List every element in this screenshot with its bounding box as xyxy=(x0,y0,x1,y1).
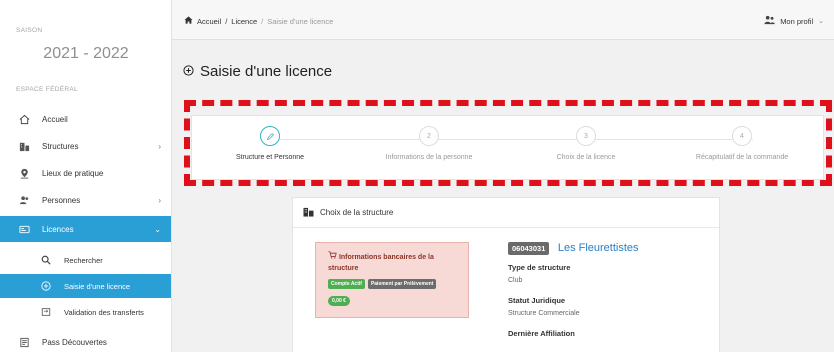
status-badge: Compte Actif xyxy=(328,279,365,289)
location-pin-icon xyxy=(18,167,30,179)
season-value[interactable]: 2021 - 2022 xyxy=(0,45,172,63)
sidebar-item-lieux[interactable]: Lieux de pratique xyxy=(0,160,171,186)
sidebar-item-licences[interactable]: Licences ⌄ xyxy=(0,216,171,242)
structure-info: 06043031 Les Fleurettistes Type de struc… xyxy=(508,238,639,338)
sidebar-item-label: Lieux de pratique xyxy=(42,168,104,178)
status-label: Statut Juridique xyxy=(508,296,566,305)
bank-info-title-text: Informations bancaires de la structure xyxy=(328,254,434,272)
user-icon xyxy=(764,15,775,27)
page-title-text: Saisie d'une licence xyxy=(200,63,333,80)
highlight-frame xyxy=(184,100,832,186)
breadcrumb-separator: / xyxy=(261,16,264,26)
sidebar-item-pass-decouvertes[interactable]: Pass Découvertes xyxy=(0,329,171,352)
breadcrumb-current: Saisie d'une licence xyxy=(267,16,334,26)
sidebar-item-accueil[interactable]: Accueil xyxy=(0,106,171,132)
section-label: ESPACE FÉDÉRAL xyxy=(16,86,78,93)
card-header: Choix de la structure xyxy=(293,198,719,228)
sidebar-subitem-rechercher[interactable]: Rechercher xyxy=(0,248,171,272)
top-bar: Accueil / Licence / Saisie d'une licence… xyxy=(172,0,834,40)
sidebar-subitem-label: Saisie d'une licence xyxy=(64,281,131,291)
sidebar-subitem-validation[interactable]: Validation des transferts xyxy=(0,300,171,324)
sidebar-item-label: Structures xyxy=(42,141,79,151)
building-icon xyxy=(18,140,30,152)
profile-label: Mon profil xyxy=(780,16,814,26)
plus-circle-icon xyxy=(40,280,52,292)
sidebar-item-personnes[interactable]: Personnes › xyxy=(0,187,171,213)
cart-icon xyxy=(328,251,339,261)
status-value: Structure Commerciale xyxy=(508,310,580,317)
breadcrumb-home[interactable]: Accueil xyxy=(197,17,221,26)
season-label: SAISON xyxy=(16,27,43,34)
profile-menu[interactable]: Mon profil ⌄ xyxy=(764,15,824,27)
search-icon xyxy=(40,254,52,266)
payment-badge: Paiement par Prélèvement xyxy=(367,279,437,289)
bank-info-title: Informations bancaires de la structure xyxy=(328,251,456,274)
breadcrumb: Accueil / Licence / Saisie d'une licence xyxy=(184,16,333,26)
home-icon xyxy=(18,113,30,125)
sidebar-item-label: Accueil xyxy=(42,114,68,124)
sidebar-subitem-label: Rechercher xyxy=(64,255,103,265)
plus-circle-icon xyxy=(183,63,194,80)
chevron-right-icon: › xyxy=(158,141,161,151)
bank-info-box: Informations bancaires de la structure C… xyxy=(315,242,469,318)
amount-badge: 0,00 € xyxy=(328,296,350,306)
structure-code: 06043031 xyxy=(508,242,550,255)
affiliation-label: Dernière Affiliation xyxy=(508,329,575,338)
chevron-down-icon: ⌄ xyxy=(818,18,824,25)
chevron-down-icon: ⌄ xyxy=(154,224,161,234)
sidebar: SAISON 2021 - 2022 ESPACE FÉDÉRAL Accuei… xyxy=(0,0,172,352)
chevron-right-icon: › xyxy=(158,195,161,205)
building-icon xyxy=(303,207,314,219)
transfer-icon xyxy=(40,306,52,318)
breadcrumb-separator: / xyxy=(225,16,228,26)
structure-card: Choix de la structure Informations banca… xyxy=(292,197,720,352)
users-icon xyxy=(18,194,30,206)
sidebar-subitem-saisie[interactable]: Saisie d'une licence xyxy=(0,274,171,298)
type-value: Club xyxy=(508,277,523,284)
sidebar-item-label: Licences xyxy=(42,224,74,234)
sidebar-subitem-label: Validation des transferts xyxy=(64,307,144,317)
sidebar-item-label: Pass Découvertes xyxy=(42,337,107,347)
badge-row: Compte Actif Paiement par Prélèvement xyxy=(328,279,456,289)
home-icon[interactable] xyxy=(184,16,193,26)
breadcrumb-licence[interactable]: Licence xyxy=(231,17,257,26)
page-title: Saisie d'une licence xyxy=(183,63,332,80)
sidebar-item-structures[interactable]: Structures › xyxy=(0,133,171,159)
structure-name[interactable]: Les Fleurettistes xyxy=(558,242,639,254)
card-icon xyxy=(18,223,30,235)
ticket-icon xyxy=(18,336,30,348)
sidebar-item-label: Personnes xyxy=(42,195,81,205)
card-title: Choix de la structure xyxy=(320,208,394,217)
type-label: Type de structure xyxy=(508,263,571,272)
